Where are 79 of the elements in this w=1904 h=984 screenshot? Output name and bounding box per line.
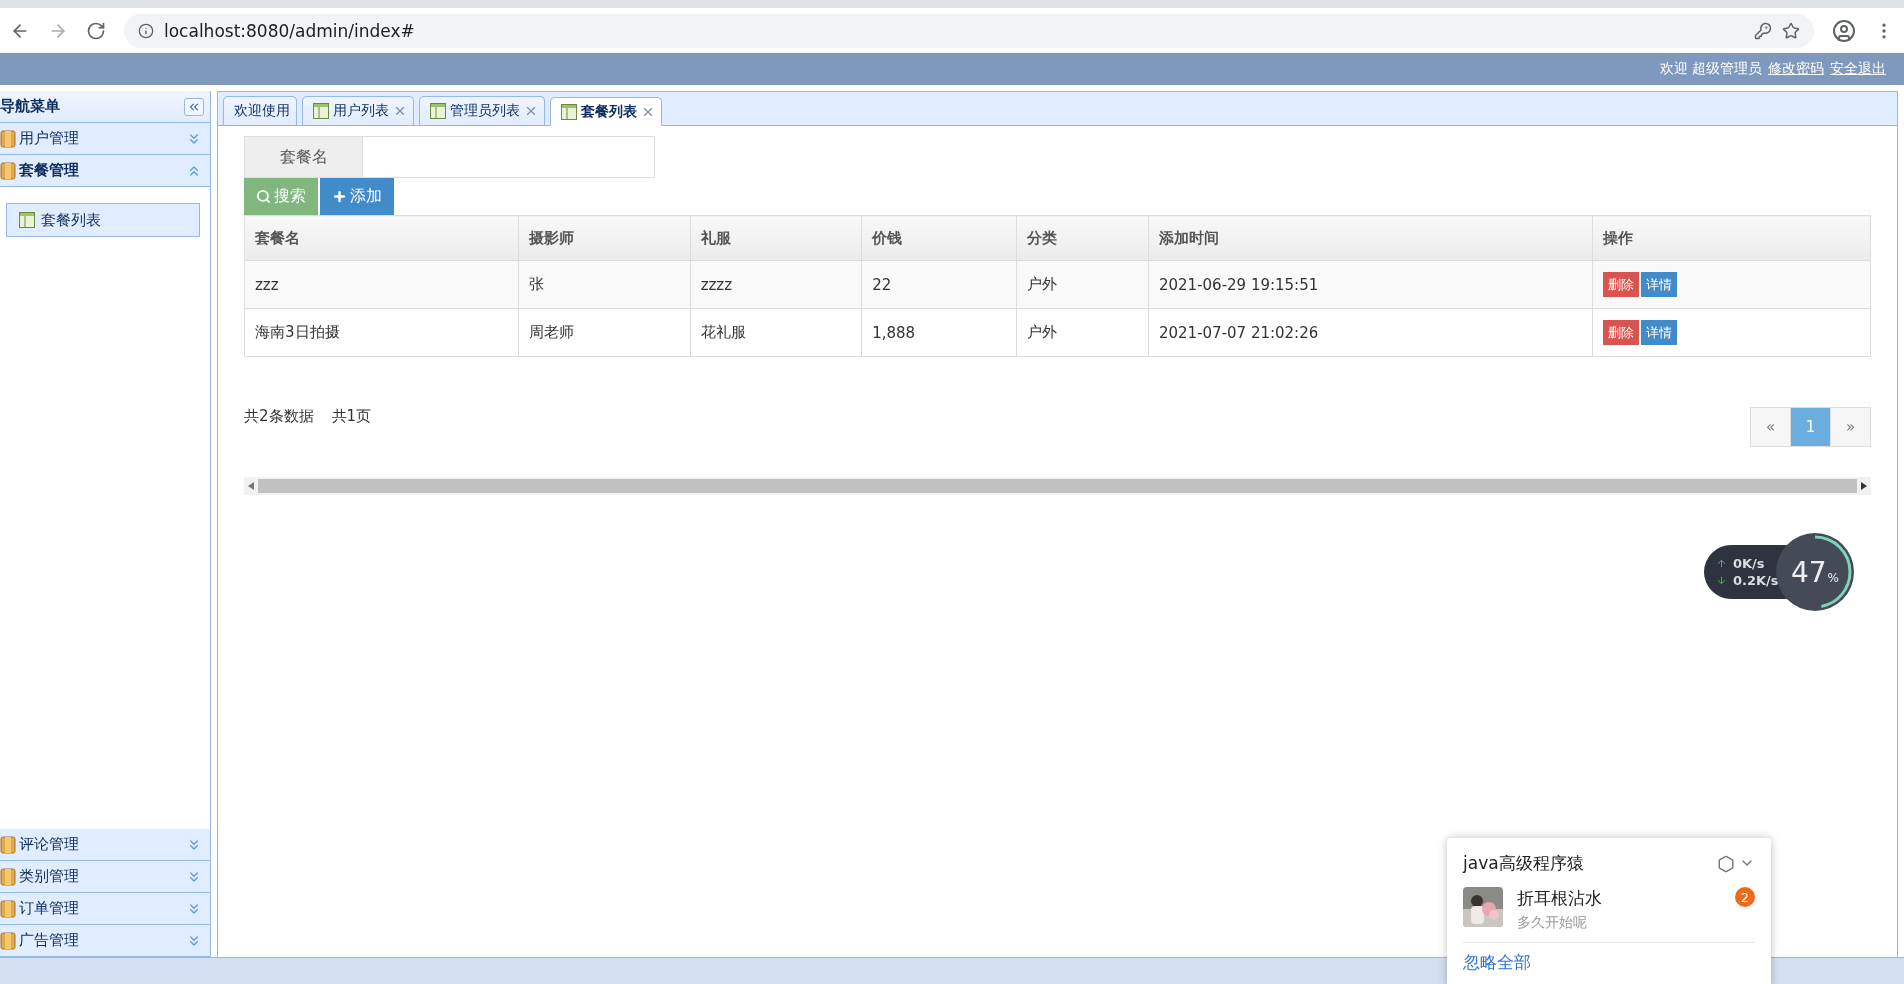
table-cell: 周老师 [518, 308, 691, 357]
column-header: 价钱 [861, 215, 1017, 261]
sidebar-title: 导航菜单 [0, 97, 60, 116]
usage-percent: 47 [1790, 555, 1827, 589]
folder-icon [0, 161, 16, 180]
details-button[interactable]: 详情 [1640, 272, 1677, 297]
table-cell: zzz [244, 260, 519, 309]
menu-group[interactable]: 类别管理 [0, 861, 210, 893]
column-header: 分类 [1016, 215, 1149, 261]
search-field[interactable]: 套餐名 [244, 136, 655, 178]
table-cell: 1,888 [861, 308, 1017, 357]
table-icon [19, 212, 35, 228]
tab[interactable]: 用户列表 [302, 96, 414, 125]
folder-icon [0, 867, 16, 886]
table-cell: 海南3日拍摄 [244, 308, 519, 357]
reload-icon[interactable] [86, 20, 106, 41]
close-icon[interactable] [393, 104, 407, 118]
pagination-summary: 共1页 [331, 407, 372, 426]
add-button[interactable]: 添加 [320, 178, 394, 215]
collapse-button[interactable] [184, 97, 204, 116]
column-header: 套餐名 [244, 215, 519, 261]
menu-group[interactable]: 套餐管理 [0, 155, 210, 187]
scroll-right-icon[interactable] [1861, 482, 1867, 490]
menu-group[interactable]: 评论管理 [0, 829, 210, 861]
profile-icon[interactable] [1832, 18, 1856, 43]
folder-icon [0, 835, 16, 854]
delete-button[interactable]: 删除 [1602, 320, 1639, 345]
upload-speed: 0K/s [1733, 556, 1765, 571]
horizontal-scrollbar[interactable] [244, 477, 1871, 495]
unread-badge: 2 [1735, 887, 1755, 907]
info-icon[interactable] [138, 22, 154, 39]
folder-icon [0, 931, 16, 950]
sender-name: 折耳根沾水 [1517, 887, 1603, 910]
table-cell: 张 [518, 260, 691, 309]
tab[interactable]: 欢迎使用 [223, 96, 297, 125]
download-speed: 0.2K/s [1733, 573, 1779, 588]
column-header: 操作 [1592, 215, 1871, 261]
pagination-summary: 共2条数据 [244, 407, 314, 426]
ignore-all-link[interactable]: 忽略全部 [1463, 951, 1531, 974]
search-icon [256, 189, 271, 204]
address-bar[interactable]: localhost:8080/admin/index# [124, 13, 1814, 48]
column-header: 摄影师 [518, 215, 691, 261]
message-preview: 多久开始呢 [1517, 914, 1588, 932]
tab[interactable]: 管理员列表 [419, 96, 545, 125]
folder-icon [0, 899, 16, 918]
welcome-text: 欢迎 超级管理员 [1659, 60, 1762, 78]
star-icon[interactable] [1782, 21, 1800, 40]
table-icon [430, 103, 446, 119]
menu-item[interactable]: 套餐列表 [6, 203, 200, 237]
plus-icon [332, 189, 347, 204]
menu-group[interactable]: 订单管理 [0, 893, 210, 925]
key-icon[interactable] [1754, 21, 1772, 40]
close-icon[interactable] [524, 104, 538, 118]
folder-icon [0, 129, 16, 148]
next-page-button[interactable]: » [1830, 407, 1871, 447]
table-cell: 2021-06-29 19:15:51 [1148, 260, 1593, 309]
details-button[interactable]: 详情 [1640, 320, 1677, 345]
table-cell: 2021-07-07 21:02:26 [1148, 308, 1593, 357]
tab[interactable]: 套餐列表 [550, 97, 662, 126]
table-cell: 花礼服 [690, 308, 862, 357]
percent-sign: % [1827, 571, 1839, 585]
menu-group[interactable]: 用户管理 [0, 123, 210, 155]
scroll-left-icon[interactable] [248, 482, 254, 490]
table-cell: 22 [861, 260, 1017, 309]
delete-button[interactable]: 删除 [1602, 272, 1639, 297]
table-icon [561, 103, 577, 120]
previous-page-button[interactable]: « [1750, 407, 1791, 447]
upload-icon [1716, 558, 1727, 569]
column-header: 添加时间 [1148, 215, 1593, 261]
settings-icon[interactable] [1717, 854, 1735, 873]
table-cell: zzzz [690, 260, 862, 309]
download-icon [1716, 575, 1727, 586]
table-icon [313, 103, 329, 119]
column-header: 礼服 [690, 215, 862, 261]
table-cell: 户外 [1016, 308, 1149, 357]
url-text: localhost:8080/admin/index# [164, 20, 415, 41]
table-cell: 户外 [1016, 260, 1149, 309]
notification-title: java高级程序猿 [1463, 852, 1584, 875]
menu-group[interactable]: 广告管理 [0, 925, 210, 957]
